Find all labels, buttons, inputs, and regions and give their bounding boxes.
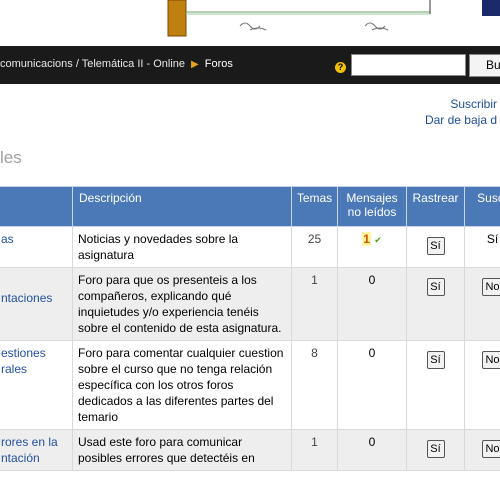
unsubscribe-link[interactable]: Dar de baja d	[425, 112, 497, 128]
forum-description: Usad este foro para comunicar posibles e…	[72, 429, 292, 471]
subscribe-link[interactable]: Suscribir	[425, 96, 497, 112]
table-row: as Noticias y novedades sobre la asignat…	[0, 226, 500, 268]
forum-name-link[interactable]: rores en la ntación	[0, 429, 73, 471]
table-row: rores en la ntación Usad este foro para …	[0, 429, 500, 471]
forum-name-link[interactable]: estiones rales	[0, 340, 73, 430]
banner-illustration	[167, 0, 500, 37]
breadcrumb-course-link[interactable]: comunicacions / Telemática II - Online	[0, 58, 185, 70]
track-cell: Sí	[406, 340, 465, 430]
table-header-row: Descripción Temas Mensajes no leídos Ras…	[0, 186, 500, 227]
subscribe-cell: No	[464, 429, 500, 471]
mark-read-icon[interactable]: ✔	[374, 235, 382, 245]
subscribe-cell: No	[464, 267, 500, 341]
unread-cell: 1 ✔	[337, 226, 407, 268]
header-forum	[0, 186, 73, 227]
unread-cell: 0	[337, 267, 407, 341]
subscribe-cell: No	[464, 340, 500, 430]
breadcrumb: comunicacions / Telemática II - Online ▶ F…	[0, 58, 233, 70]
subscribe-cell: Sí	[464, 226, 500, 268]
header-track: Rastrear	[406, 186, 465, 227]
track-toggle-button[interactable]: Sí	[426, 440, 445, 458]
topics-count[interactable]: 25	[291, 226, 338, 268]
header-topics[interactable]: Temas	[291, 186, 338, 227]
breadcrumb-current: Foros	[204, 58, 233, 70]
unread-cell: 0	[337, 340, 407, 430]
search-button[interactable]: Bu	[469, 54, 500, 77]
subscription-links: Suscribir Dar de baja d	[425, 96, 497, 128]
forum-description: Noticias y novedades sobre la asignatura	[72, 226, 292, 268]
forums-table: Descripción Temas Mensajes no leídos Ras…	[0, 186, 500, 471]
track-toggle-button[interactable]: Sí	[426, 351, 445, 369]
track-cell: Sí	[406, 226, 465, 268]
subscribe-toggle-button[interactable]: No	[482, 440, 500, 458]
table-row: ntaciones Foro para que os presenteis a …	[0, 267, 500, 341]
section-heading: les	[0, 148, 22, 167]
track-cell: Sí	[406, 267, 465, 341]
header-unread: Mensajes no leídos	[337, 186, 407, 227]
topics-count[interactable]: 1	[291, 429, 338, 471]
subscribe-toggle-button[interactable]: No	[482, 278, 500, 296]
search-input[interactable]	[351, 54, 466, 76]
course-banner	[0, 0, 500, 46]
track-cell: Sí	[406, 429, 465, 471]
forum-description: Foro para comentar cualquier cuestion so…	[72, 340, 292, 430]
header-subscribe: Suscr	[464, 186, 500, 227]
topics-count[interactable]: 1	[291, 267, 338, 341]
table-row: estiones rales Foro para comentar cualqu…	[0, 340, 500, 430]
track-toggle-button[interactable]: Sí	[426, 278, 445, 296]
header-description: Descripción	[72, 186, 292, 227]
track-toggle-button[interactable]: Sí	[426, 237, 445, 255]
unread-cell: 0	[337, 429, 407, 471]
unread-count-link[interactable]: 1	[362, 232, 371, 246]
forum-description: Foro para que os presenteis a los compañ…	[72, 267, 292, 341]
forum-name-link[interactable]: ntaciones	[0, 267, 73, 341]
topics-count[interactable]: 8	[291, 340, 338, 430]
help-icon[interactable]: ?	[335, 62, 346, 73]
forum-name-link[interactable]: as	[0, 226, 73, 268]
breadcrumb-arrow-icon: ▶	[191, 59, 199, 70]
subscribe-toggle-button[interactable]: No	[482, 351, 500, 369]
